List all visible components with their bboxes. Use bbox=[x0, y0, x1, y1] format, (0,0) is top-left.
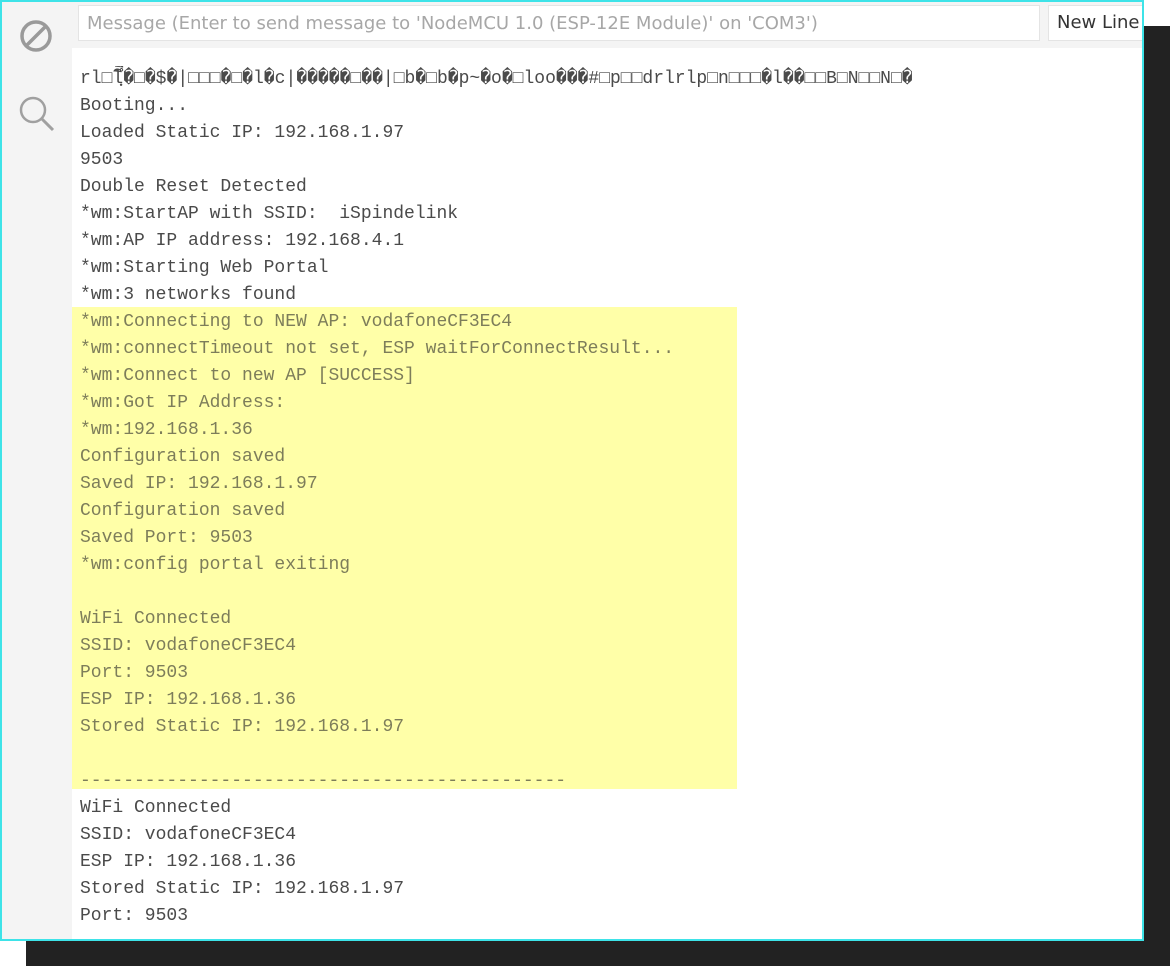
output-line bbox=[80, 741, 913, 768]
message-input[interactable] bbox=[78, 5, 1040, 41]
output-line: SSID: vodafoneCF3EC4 bbox=[80, 636, 297, 656]
screenshot-frame: New Line rl□lฺึื�□�$�|□□□�□�l�c|�����□��… bbox=[0, 0, 1173, 972]
output-line: Configuration saved bbox=[80, 501, 286, 521]
output-line: *wm:config portal exiting bbox=[80, 555, 351, 575]
serial-monitor-window: New Line rl□lฺึื�□�$�|□□□�□�l�c|�����□��… bbox=[0, 0, 1144, 941]
output-line: *wm:Connecting to NEW AP: vodafoneCF3EC4 bbox=[80, 312, 513, 332]
output-line: Configuration saved bbox=[80, 447, 286, 467]
output-line: *wm:StartAP with SSID: iSpindelink bbox=[80, 204, 459, 224]
toolbar: New Line bbox=[72, 2, 1142, 48]
output-line: Saved IP: 192.168.1.97 bbox=[80, 474, 318, 494]
output-line: Saved Port: 9503 bbox=[80, 528, 253, 548]
output-line: *wm:192.168.1.36 bbox=[80, 420, 253, 440]
output-line: *wm:connectTimeout not set, ESP waitForC… bbox=[80, 339, 675, 359]
sidebar bbox=[2, 2, 72, 939]
output-line: 9503 bbox=[80, 150, 124, 170]
line-ending-select[interactable]: New Line bbox=[1048, 5, 1142, 41]
output-line: ESP IP: 192.168.1.36 bbox=[80, 852, 297, 872]
output-line bbox=[80, 579, 913, 606]
clear-output-icon bbox=[20, 20, 52, 52]
output-line: Loaded Static IP: 192.168.1.97 bbox=[80, 123, 405, 143]
output-line: *wm:Got IP Address: bbox=[80, 393, 286, 413]
serial-output[interactable]: rl□lฺึื�□�$�|□□□�□�l�c|�����□��|□b�□b�p~… bbox=[72, 66, 1142, 939]
output-line: WiFi Connected bbox=[80, 609, 232, 629]
output-line: SSID: vodafoneCF3EC4 bbox=[80, 825, 297, 845]
output-line: Stored Static IP: 192.168.1.97 bbox=[80, 879, 405, 899]
output-line: *wm:Connect to new AP [SUCCESS] bbox=[80, 366, 415, 386]
output-line: Booting... bbox=[80, 96, 189, 116]
output-line: ----------------------------------------… bbox=[80, 771, 567, 791]
output-line: Double Reset Detected bbox=[80, 177, 307, 197]
output-line: Port: 9503 bbox=[80, 663, 189, 683]
output-line: ESP IP: 192.168.1.36 bbox=[80, 690, 297, 710]
clear-output-button[interactable] bbox=[16, 16, 56, 56]
output-lines: rl□lฺึื�□�$�|□□□�□�l�c|�����□��|□b�□b�p~… bbox=[80, 66, 913, 930]
output-line: WiFi Connected bbox=[80, 798, 232, 818]
output-line: Stored Static IP: 192.168.1.97 bbox=[80, 717, 405, 737]
search-icon bbox=[19, 96, 55, 132]
output-line: rl□lฺึื�□�$�|□□□�□�l�c|�����□��|□b�□b�p~… bbox=[80, 69, 913, 89]
output-line: Port: 9503 bbox=[80, 906, 189, 926]
search-button[interactable] bbox=[16, 94, 56, 134]
output-line: *wm:3 networks found bbox=[80, 285, 297, 305]
output-line: *wm:AP IP address: 192.168.4.1 bbox=[80, 231, 405, 251]
output-line: *wm:Starting Web Portal bbox=[80, 258, 329, 278]
